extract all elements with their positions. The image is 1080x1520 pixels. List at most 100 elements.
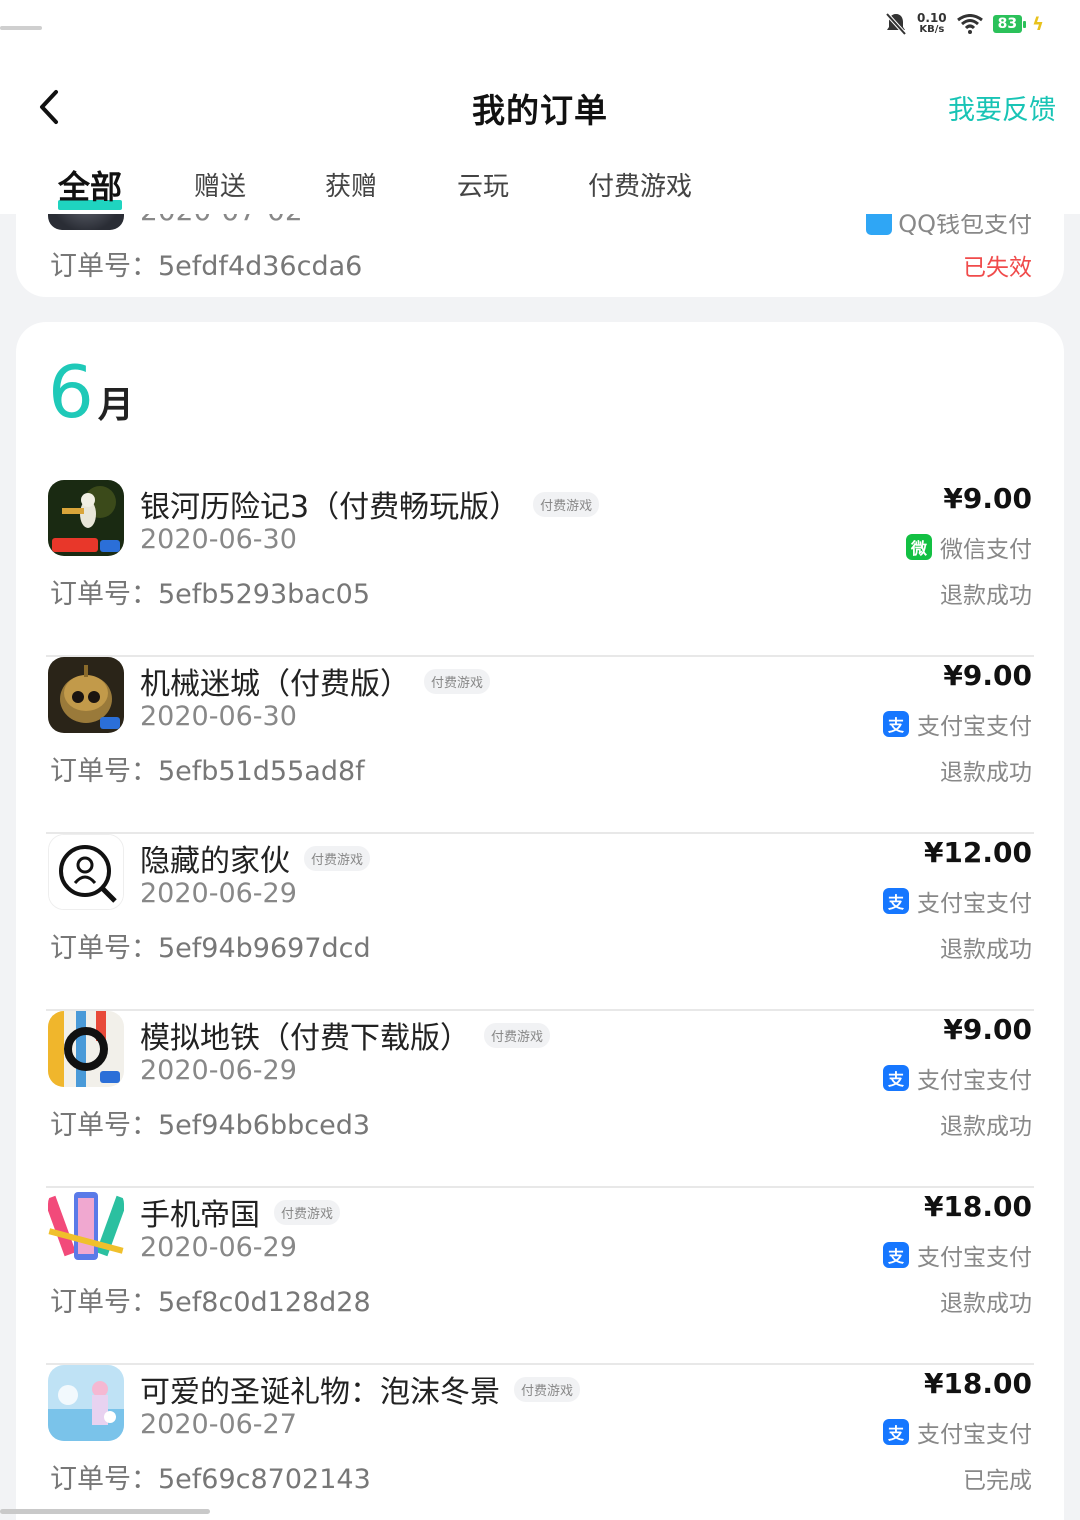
payment-label: 支付宝支付 (917, 1068, 1032, 1094)
payment-label: 支付宝支付 (917, 714, 1032, 740)
order-item[interactable]: 隐藏的家伙 付费游戏 2020-06-29 订单号：5ef94b9697dcd … (16, 834, 1064, 1011)
order-price: ¥9.00 (943, 482, 1032, 515)
tab-paid-games[interactable]: 付费游戏 (588, 166, 692, 203)
paid-game-tag: 付费游戏 (533, 491, 600, 517)
status-bar: 0.10 KB/s 83 ϟ (0, 0, 1080, 56)
order-price: ¥18.00 (923, 1367, 1032, 1400)
order-price: ¥9.00 (943, 1013, 1032, 1046)
paid-game-tag: 付费游戏 (304, 845, 371, 871)
paid-game-tag: 付费游戏 (274, 1199, 341, 1225)
order-status: 退款成功 (940, 1114, 1032, 1140)
game-name: 机械迷城（付费版） 付费游戏 (140, 659, 491, 703)
order-date: 2020-06-30 (140, 701, 297, 732)
order-item[interactable]: 手机帝国 付费游戏 2020-06-29 订单号：5ef8c0d128d28 ¥… (16, 1188, 1064, 1365)
tab-all[interactable]: 全部 (58, 162, 122, 208)
game-title: 机械迷城（付费版） (140, 667, 410, 702)
payment-method: 支 支付宝支付 (883, 884, 1032, 918)
game-title: 模拟地铁（付费下载版） (140, 1021, 470, 1056)
page-title: 我的订单 (472, 91, 608, 130)
order-number-value: 5ef94b6bbced3 (158, 1110, 371, 1141)
payment-method: 支 支付宝支付 (883, 1415, 1032, 1449)
order-price: ¥12.00 (923, 836, 1032, 869)
alipay-icon: 支 (883, 1065, 909, 1091)
order-status: 退款成功 (940, 937, 1032, 963)
alipay-icon: 支 (883, 711, 909, 737)
order-number: 订单号：5efdf4d36cda6 (50, 244, 362, 283)
month-group-card: 6 月 银河历险记3（付费畅玩版） 付费游戏 2020-06-30 订单号：5e… (16, 322, 1064, 1520)
order-number: 订单号：5ef8c0d128d28 (50, 1280, 371, 1319)
game-name: 手机帝国 付费游戏 (140, 1190, 341, 1234)
order-date: 2020-06-29 (140, 1055, 297, 1086)
order-status: 已完成 (963, 1468, 1032, 1494)
order-status: 退款成功 (940, 583, 1032, 609)
net-speed: 0.10 KB/s (917, 12, 947, 36)
order-date: 2020-06-30 (140, 524, 297, 555)
game-title: 手机帝国 (140, 1198, 260, 1233)
paid-game-tag: 付费游戏 (484, 1022, 551, 1048)
wifi-icon (956, 14, 983, 34)
order-price: ¥18.00 (923, 1190, 1032, 1223)
game-name: 模拟地铁（付费下载版） 付费游戏 (140, 1013, 551, 1057)
game-title: 隐藏的家伙 (140, 844, 290, 879)
tab-cloud-play[interactable]: 云玩 (457, 166, 509, 203)
paid-game-tag: 付费游戏 (424, 668, 491, 694)
status-icons: 0.10 KB/s 83 ϟ (885, 12, 1044, 36)
payment-method: 支 支付宝支付 (883, 707, 1032, 741)
game-icon (48, 1365, 124, 1441)
order-number-label: 订单号： (50, 1110, 158, 1141)
game-icon (48, 1188, 124, 1264)
charging-icon: ϟ (1032, 13, 1044, 35)
order-number-value: 5efb51d55ad8f (158, 756, 365, 787)
order-number-value: 5ef69c8702143 (158, 1464, 371, 1495)
tab-gift-received[interactable]: 获赠 (325, 166, 377, 203)
order-number-label: 订单号： (50, 251, 158, 282)
tab-gift-sent[interactable]: 赠送 (194, 166, 246, 203)
order-number: 订单号：5ef69c8702143 (50, 1457, 371, 1496)
order-number-label: 订单号： (50, 933, 158, 964)
order-number: 订单号：5ef94b9697dcd (50, 926, 371, 965)
order-number: 订单号：5ef94b6bbced3 (50, 1103, 370, 1142)
feedback-link[interactable]: 我要反馈 (948, 88, 1056, 127)
month-number: 6 (48, 350, 94, 434)
order-status: 退款成功 (940, 1291, 1032, 1317)
order-price: ¥9.00 (943, 659, 1032, 692)
net-speed-unit: KB/s (919, 24, 945, 35)
order-number-label: 订单号： (50, 579, 158, 610)
net-speed-value: 0.10 (917, 11, 947, 25)
order-number: 订单号：5efb5293bac05 (50, 572, 370, 611)
month-unit: 月 (97, 385, 134, 426)
order-number-value: 5ef8c0d128d28 (158, 1287, 371, 1318)
order-number-label: 订单号： (50, 1464, 158, 1495)
game-name: 可爱的圣诞礼物：泡沫冬景 付费游戏 (140, 1367, 581, 1411)
order-item[interactable]: 可爱的圣诞礼物：泡沫冬景 付费游戏 2020-06-27 订单号：5ef69c8… (16, 1365, 1064, 1520)
mute-icon (885, 12, 907, 36)
order-date: 2020-06-27 (140, 1409, 297, 1440)
order-item[interactable]: 机械迷城（付费版） 付费游戏 2020-06-30 订单号：5efb51d55a… (16, 657, 1064, 834)
game-icon (48, 657, 124, 733)
payment-method: 支 支付宝支付 (883, 1061, 1032, 1095)
alipay-icon: 支 (883, 1419, 909, 1445)
game-name: 隐藏的家伙 付费游戏 (140, 836, 371, 880)
game-icon (48, 834, 124, 910)
month-heading: 6 月 (48, 352, 134, 432)
order-number-label: 订单号： (50, 1287, 158, 1318)
payment-method: 微 微信支付 (906, 530, 1032, 564)
order-number-label: 订单号： (50, 756, 158, 787)
wechat-icon: 微 (906, 534, 932, 560)
game-icon (48, 1011, 124, 1087)
order-item[interactable]: 银河历险记3（付费畅玩版） 付费游戏 2020-06-30 订单号：5efb52… (16, 480, 1064, 657)
game-title: 可爱的圣诞礼物：泡沫冬景 (140, 1375, 500, 1410)
payment-label: 支付宝支付 (917, 1422, 1032, 1448)
order-status: 已失效 (963, 255, 1032, 281)
order-number-value: 5efb5293bac05 (158, 579, 371, 610)
payment-label: 微信支付 (940, 537, 1032, 563)
order-number-value: 5efdf4d36cda6 (158, 251, 363, 282)
paid-game-tag: 付费游戏 (514, 1376, 581, 1402)
order-tabs: 全部 赠送 获赠 云玩 付费游戏 (0, 156, 1080, 214)
order-number-value: 5ef94b9697dcd (158, 933, 371, 964)
order-item[interactable]: 模拟地铁（付费下载版） 付费游戏 2020-06-29 订单号：5ef94b6b… (16, 1011, 1064, 1188)
payment-method: 支 支付宝支付 (883, 1238, 1032, 1272)
payment-label: 支付宝支付 (917, 1245, 1032, 1271)
page-header: 我的订单 我要反馈 (0, 56, 1080, 156)
alipay-icon: 支 (883, 1242, 909, 1268)
